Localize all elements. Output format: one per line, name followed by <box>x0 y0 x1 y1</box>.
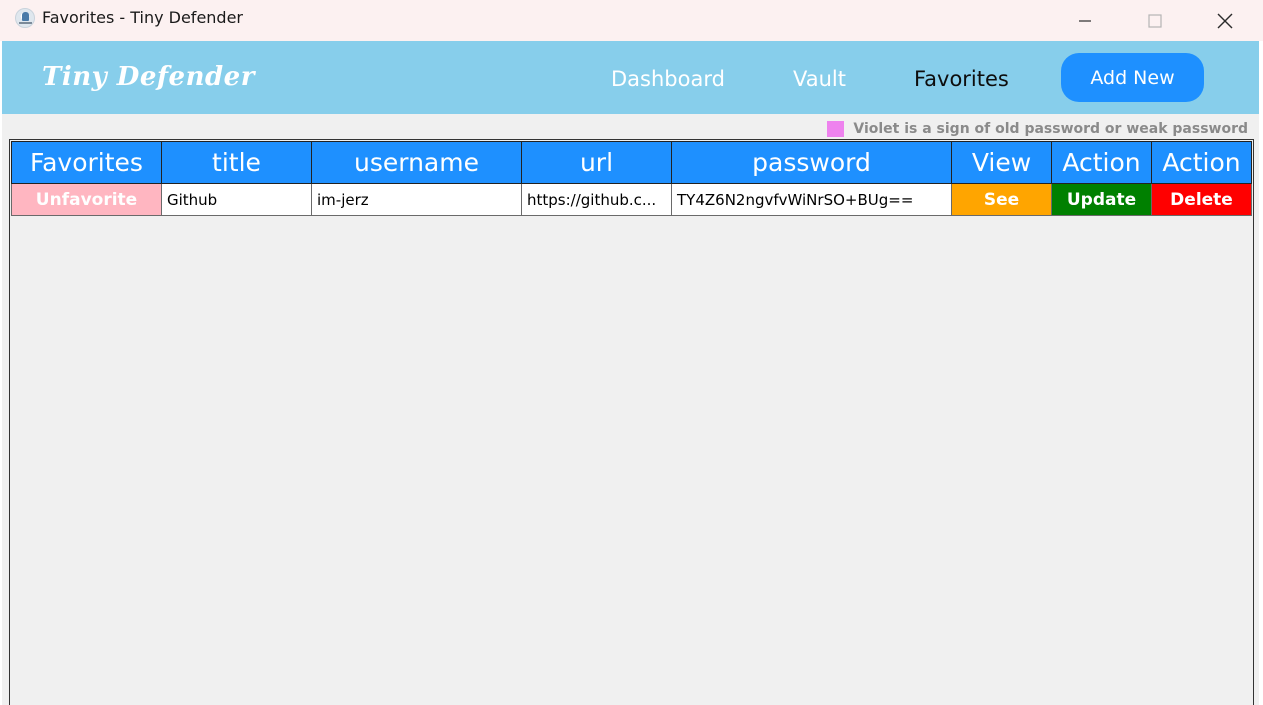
cell-title: Github <box>161 183 312 216</box>
see-button[interactable]: See <box>951 183 1052 216</box>
column-header-username: username <box>311 141 522 184</box>
brand-logo-text: Tiny Defender <box>42 62 255 92</box>
legend-text: Violet is a sign of old password or weak… <box>853 121 1248 137</box>
app-header: Tiny Defender Dashboard Vault Favorites … <box>2 41 1259 114</box>
close-button[interactable] <box>1190 0 1260 41</box>
main-content: Violet is a sign of old password or weak… <box>2 114 1259 705</box>
cell-username: im-jerz <box>311 183 522 216</box>
nav-vault[interactable]: Vault <box>793 65 846 93</box>
window-title: Favorites - Tiny Defender <box>42 8 243 27</box>
nav-dashboard[interactable]: Dashboard <box>611 65 725 93</box>
legend-violet-swatch <box>827 121 845 137</box>
unfavorite-button[interactable]: Unfavorite <box>11 183 162 216</box>
favorites-table-frame: Favorites title username url password Vi… <box>9 139 1254 705</box>
column-header-favorites: Favorites <box>11 141 162 184</box>
minimize-button[interactable] <box>1050 0 1120 41</box>
favorites-table: Favorites title username url password Vi… <box>11 141 1252 216</box>
add-new-button[interactable]: Add New <box>1061 53 1204 102</box>
nav-favorites[interactable]: Favorites <box>914 65 1009 93</box>
column-header-action: Action <box>1151 141 1252 184</box>
maximize-button[interactable] <box>1120 0 1190 41</box>
delete-button[interactable]: Delete <box>1151 183 1252 216</box>
cell-password: TY4Z6N2ngvfvWiNrSO+BUg== <box>671 183 952 216</box>
table-row: Unfavorite Github im-jerz https://github… <box>11 183 1252 216</box>
column-header-title: title <box>161 141 312 184</box>
window-title-bar: Favorites - Tiny Defender <box>0 0 1263 41</box>
table-header-row: Favorites title username url password Vi… <box>11 141 1252 184</box>
column-header-url: url <box>521 141 672 184</box>
column-header-action: Action <box>1051 141 1152 184</box>
cell-url: https://github.c... <box>521 183 672 216</box>
legend: Violet is a sign of old password or weak… <box>827 120 1248 138</box>
close-icon <box>1217 13 1233 28</box>
minimize-icon <box>1079 19 1091 22</box>
app-logo-icon <box>15 8 35 28</box>
column-header-password: password <box>671 141 952 184</box>
maximize-icon <box>1148 13 1162 28</box>
update-button[interactable]: Update <box>1051 183 1152 216</box>
column-header-view: View <box>951 141 1052 184</box>
